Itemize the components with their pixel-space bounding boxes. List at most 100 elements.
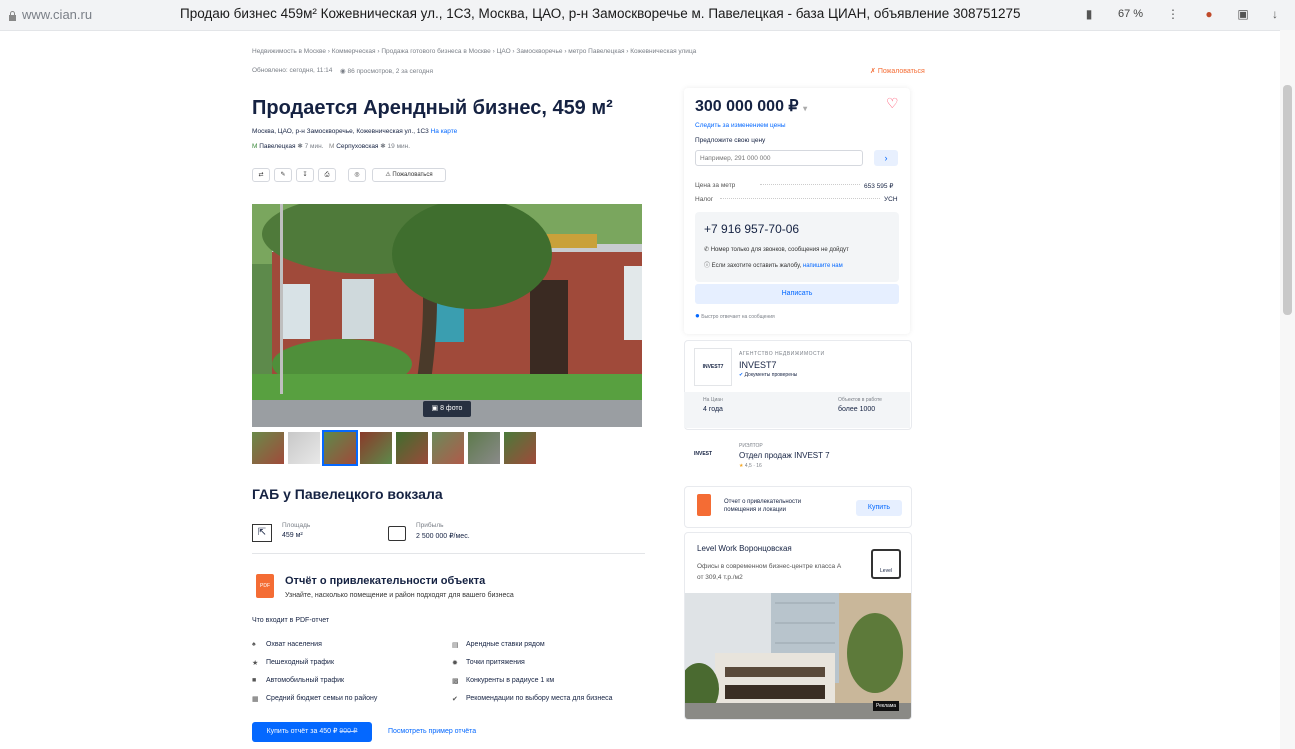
address-bar[interactable]: www.cian.ru <box>22 7 92 22</box>
lock-icon <box>8 8 17 21</box>
star-icon: ★ <box>739 463 744 469</box>
heart-icon[interactable]: ♡ <box>886 95 899 112</box>
online-status-text: Быстро отвечает на сообщения <box>701 314 775 320</box>
photo-thumbnail[interactable] <box>468 432 500 464</box>
promo-title: Отчет о привлекательности помещения и ло… <box>724 499 802 513</box>
address: Москва, ЦАО, р-н Замоскворечье, Кожевнич… <box>252 128 457 135</box>
bookmark-icon[interactable]: ▮ <box>1082 7 1096 21</box>
metro-time-2: 19 мин. <box>387 143 411 150</box>
phone-number[interactable]: +7 916 957-70-06 <box>704 222 799 236</box>
photo-thumbnail[interactable] <box>504 432 536 464</box>
ad-banner[interactable]: Level Work Воронцовская Офисы в современ… <box>684 532 912 720</box>
target-icon: ✹ <box>452 660 458 667</box>
updated-date: Обновлено: сегодня, 11:14 <box>252 67 333 74</box>
wallet-small-icon: ▦ <box>252 696 259 703</box>
chat-icon: ● <box>695 311 700 320</box>
phone-note: ✆ Номер только для звонков, сообщения не… <box>704 247 849 253</box>
views-count: ◉ 86 просмотров, 2 за сегодня <box>340 68 434 75</box>
people-icon: ♠ <box>252 641 256 648</box>
tax-value: УСН <box>884 196 898 203</box>
price-dropdown-icon[interactable]: ▾ <box>803 104 807 113</box>
complaint-link[interactable]: напишите нам <box>803 263 843 269</box>
phone-note-text: Номер только для звонков, сообщения не д… <box>710 247 849 253</box>
photo-thumbnail[interactable] <box>432 432 464 464</box>
walk-icon: ✱ <box>297 143 303 150</box>
report-item: Средний бюджет семьи по району <box>266 695 378 702</box>
online-status: ● Быстро отвечает на сообщения <box>695 311 775 320</box>
photo-count-badge[interactable]: ▣ 8 фото <box>423 401 471 417</box>
ad-badge: Реклама <box>873 701 900 711</box>
photo-thumbnail[interactable] <box>322 430 358 466</box>
ad-title: Level Work Воронцовская <box>697 544 792 553</box>
tax-label: Налог <box>695 196 714 203</box>
realtor-rating-text: 4,5 · 16 <box>744 463 762 469</box>
object-subtitle: ГАБ у Павелецкого вокзала <box>252 486 443 502</box>
profit-label: Прибыль <box>416 522 444 529</box>
area-icon: ⇱ <box>252 524 272 542</box>
follow-price-link[interactable]: Следить за изменением цены <box>695 122 786 129</box>
offer-input[interactable] <box>695 150 863 166</box>
report-desc: Узнайте, насколько помещение и район под… <box>285 592 514 599</box>
buy-report-button[interactable]: Купить отчёт за 450 ₽ 900 ₽ <box>252 722 372 742</box>
page-title: Продается Арендный бизнес, 459 м² <box>252 97 613 119</box>
promo-buy-button[interactable]: Купить <box>856 500 902 516</box>
dotted-leader <box>760 184 860 185</box>
more-icon[interactable]: ⋮ <box>1166 7 1180 21</box>
extension-icon[interactable]: ● <box>1202 7 1216 21</box>
metro-station-1[interactable]: Павелецкая <box>259 143 295 150</box>
scrollbar[interactable] <box>1280 30 1295 749</box>
car-icon: ■ <box>252 677 257 684</box>
tab-title: Продаю бизнес 459м² Кожевническая ул., 1… <box>180 6 1021 21</box>
report-item: Пешеходный трафик <box>266 659 335 666</box>
share-button[interactable]: ⇄ <box>252 168 270 182</box>
photo-count-text: 8 фото <box>440 405 463 412</box>
price: 300 000 000 ₽ ▾ <box>695 96 807 116</box>
main-photo[interactable]: ▣ 8 фото <box>252 204 642 427</box>
download-icon[interactable]: ↓ <box>1268 7 1282 21</box>
photo-thumbnail[interactable] <box>252 432 284 464</box>
realtor-type: РИЭЛТОР <box>739 443 763 449</box>
on-cian-value: 4 года <box>703 406 723 413</box>
photo-thumbnail[interactable] <box>288 432 320 464</box>
breadcrumb[interactable]: Недвижимость в Москве › Коммерческая › П… <box>252 48 696 55</box>
scrollbar-thumb[interactable] <box>1283 85 1292 315</box>
hide-button[interactable]: ◎ <box>348 168 366 182</box>
buy-report-old-price: 900 ₽ <box>339 728 358 735</box>
map-link[interactable]: На карте <box>431 128 458 135</box>
pdf-icon: PDF <box>256 574 274 598</box>
profit-value: 2 500 000 ₽/мес. <box>416 533 470 540</box>
report-button-label: Пожаловаться <box>392 172 433 178</box>
divider <box>252 553 645 554</box>
example-report-link[interactable]: Посмотреть пример отчёта <box>388 728 476 735</box>
reader-icon[interactable]: ▣ <box>1236 7 1250 21</box>
report-item: Точки притяжения <box>466 659 525 666</box>
realtor-name[interactable]: Отдел продаж INVEST 7 <box>739 451 830 460</box>
thumbs-up-icon: ✔ <box>452 696 458 703</box>
zoom-level[interactable]: 67 % <box>1118 8 1143 20</box>
photo-thumbnail[interactable] <box>360 432 392 464</box>
realtor-logo: INVEST <box>694 451 713 457</box>
realtor-rating: ★ 4,5 · 16 <box>739 463 762 469</box>
edit-button[interactable]: ✎ <box>274 168 292 182</box>
download-button[interactable]: ↧ <box>296 168 314 182</box>
area-value: 459 м² <box>282 532 303 539</box>
metro-info: M Павелецкая ✱ 7 мин. M Серпуховская ✱ 1… <box>252 142 410 150</box>
write-button[interactable]: Написать <box>695 284 899 304</box>
complaint-note: ⓘ Если захотите оставить жалобу, напишит… <box>704 263 843 269</box>
report-button[interactable]: ⚠ Пожаловаться <box>372 168 446 182</box>
offer-submit-button[interactable]: › <box>874 150 898 166</box>
offer-label: Предложите свою цену <box>695 137 766 144</box>
promo-pdf-icon <box>697 494 711 516</box>
complaint-note-text: Если захотите оставить жалобу, <box>711 263 802 269</box>
complain-link[interactable]: ✗ Пожаловаться <box>870 67 925 75</box>
report-includes: Что входит в PDF-отчет <box>252 617 330 624</box>
walker-icon: ★ <box>252 660 259 667</box>
metro-station-2[interactable]: Серпуховская <box>336 143 378 150</box>
report-item: Рекомендации по выбору места для бизнеса <box>466 695 613 702</box>
print-button[interactable]: ⎙ <box>318 168 336 182</box>
report-item: Арендные ставки рядом <box>466 641 545 648</box>
agency-name[interactable]: INVEST7 <box>739 360 777 370</box>
price-value: 300 000 000 ₽ <box>695 98 799 115</box>
photo-thumbnail[interactable] <box>396 432 428 464</box>
shop-icon: ▩ <box>452 678 459 685</box>
